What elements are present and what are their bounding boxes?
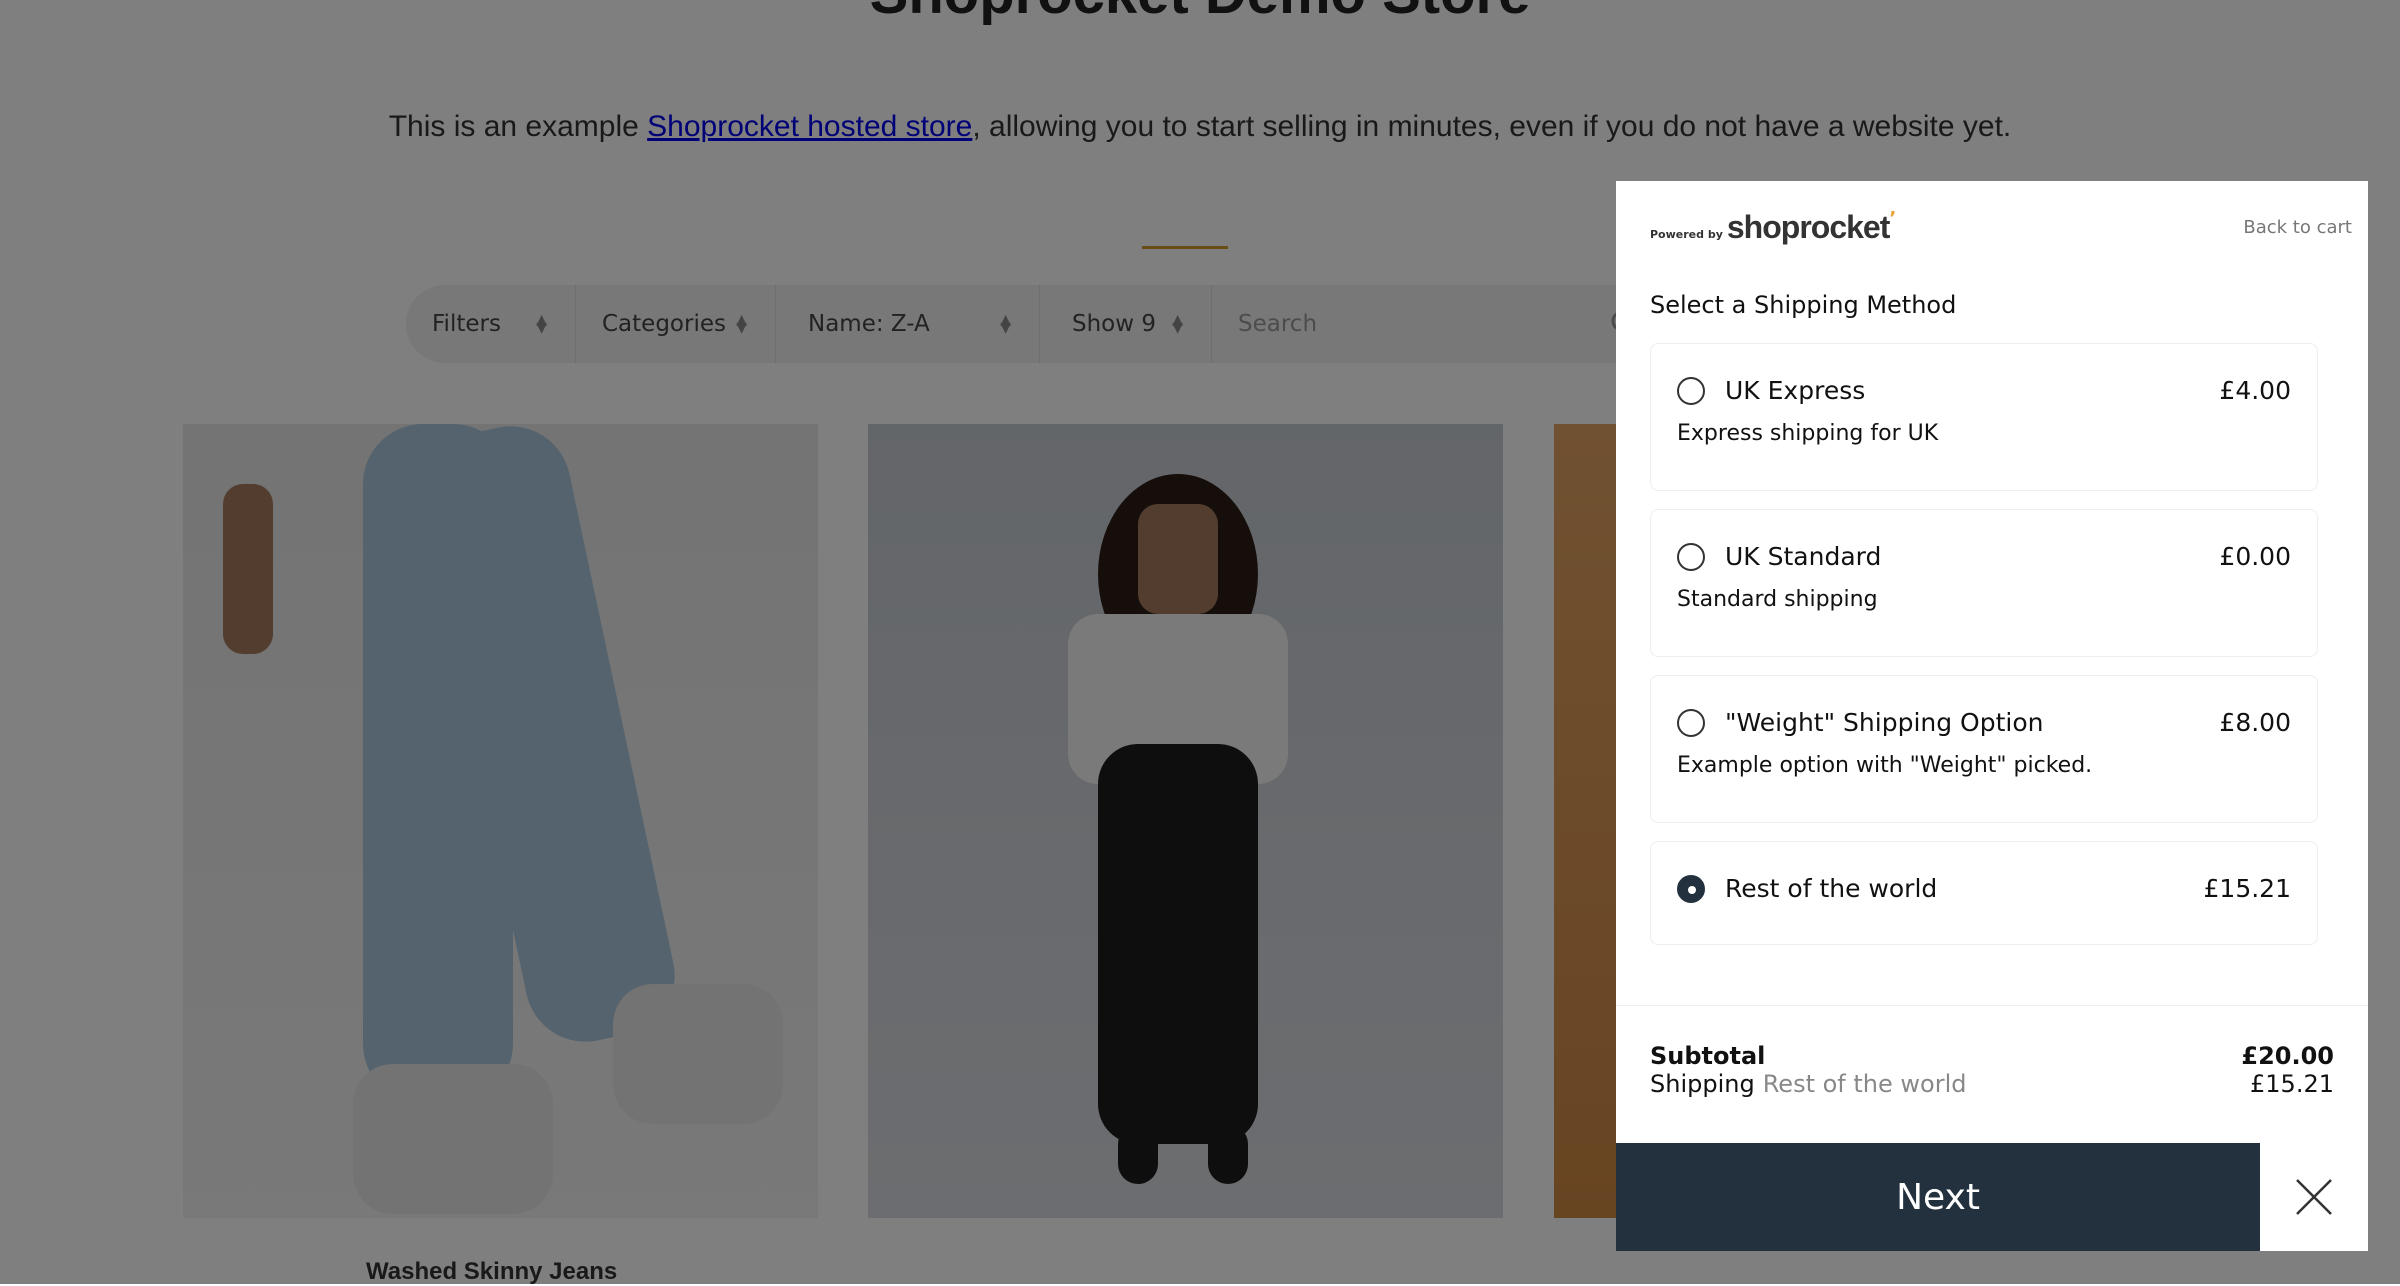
powered-by-text: Powered by	[1650, 227, 1723, 241]
option-price: £4.00	[2219, 376, 2291, 405]
shoprocket-logo: Powered by shoprocket ’	[1650, 207, 1897, 246]
close-icon	[2296, 1179, 2332, 1215]
shipping-option-weight[interactable]: "Weight" Shipping Option £8.00 Example o…	[1650, 675, 2318, 823]
option-name: UK Express	[1725, 376, 1866, 405]
shipping-panel: Powered by shoprocket ’ Back to cart Sel…	[1616, 181, 2368, 1251]
panel-header: Powered by shoprocket ’ Back to cart	[1650, 197, 2352, 257]
shipping-label: Shipping	[1650, 1070, 1755, 1098]
option-name: Rest of the world	[1725, 874, 1938, 903]
shipping-value: £15.21	[2250, 1070, 2334, 1098]
option-description: Standard shipping	[1677, 587, 1878, 612]
shipping-row: Shipping Rest of the world £15.21	[1616, 1070, 2368, 1098]
shipping-option-uk-express[interactable]: UK Express £4.00 Express shipping for UK	[1650, 343, 2318, 491]
option-price: £0.00	[2219, 542, 2291, 571]
radio-button[interactable]	[1677, 708, 1705, 737]
next-button[interactable]: Next	[1616, 1143, 2260, 1251]
radio-button[interactable]	[1677, 376, 1705, 405]
shipping-method-name: Rest of the world	[1762, 1070, 1967, 1098]
option-name: "Weight" Shipping Option	[1725, 708, 2044, 737]
subtotal-label: Subtotal	[1650, 1042, 1766, 1070]
option-name: UK Standard	[1725, 542, 1882, 571]
shipping-option-rest-of-world[interactable]: Rest of the world £15.21	[1650, 841, 2318, 945]
option-price: £15.21	[2203, 874, 2291, 903]
brand-name: shoprocket	[1726, 208, 1890, 245]
logo-tick-icon: ’	[1889, 207, 1897, 229]
option-description: Example option with "Weight" picked.	[1677, 753, 2093, 778]
shipping-options: UK Express £4.00 Express shipping for UK…	[1650, 343, 2318, 963]
subtotal-value: £20.00	[2241, 1042, 2334, 1070]
radio-button-selected[interactable]	[1677, 874, 1705, 903]
option-description: Express shipping for UK	[1677, 421, 1939, 446]
back-to-cart-link[interactable]: Back to cart	[2243, 217, 2352, 238]
option-price: £8.00	[2219, 708, 2291, 737]
close-button[interactable]	[2260, 1143, 2368, 1251]
shipping-option-uk-standard[interactable]: UK Standard £0.00 Standard shipping	[1650, 509, 2318, 657]
subtotal-row: Subtotal £20.00	[1616, 1042, 2368, 1070]
section-title: Select a Shipping Method	[1650, 291, 1957, 319]
radio-button[interactable]	[1677, 542, 1705, 571]
order-totals: Subtotal £20.00 Shipping Rest of the worl…	[1616, 1005, 2368, 1098]
